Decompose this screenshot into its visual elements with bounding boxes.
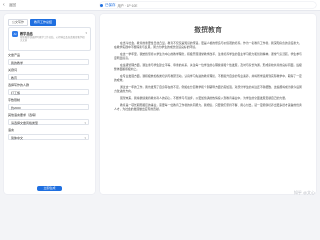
paragraph: 在当今社会，教育的重要性日益凸显。教育不仅仅是知识的传递，更是人格的塑造与价值观… — [114, 41, 302, 49]
field-label-language: 语言 — [8, 128, 15, 132]
style-select[interactable]: 请选择文章风格类型 ▾ — [8, 119, 89, 125]
generate-button[interactable]: 立即生成 — [37, 186, 62, 191]
back-icon[interactable]: ‹ — [3, 2, 5, 8]
document-body: 在当今社会，教育的重要性日益凸显。教育不仅仅是知识的传递，更是人格的塑造与价值观… — [114, 41, 302, 114]
field-label-style: 其他语言要求（选填） — [8, 113, 39, 117]
field-label-word-limit: 字数限制 — [8, 98, 21, 102]
paragraph: 在专业发展方面，我积极参加各类培训与教研活动，认真学习先进的教育理论，不断提升自… — [114, 74, 302, 82]
chevron-down-icon: ▾ — [84, 121, 86, 125]
language-select-value: 简体中文 — [11, 136, 24, 140]
paragraph: 通过这一年的工作，我也发现了自身存在的不足，例如在分层教学和个别辅导方面仍需加强… — [114, 85, 302, 93]
chevron-down-icon[interactable]: ▾ — [85, 31, 87, 35]
user-info[interactable]: 用户 · 1P·10E — [118, 3, 138, 8]
top-bar: ‹ 返回 已保存 用户 · 1P·10E — [0, 0, 320, 11]
top-bar-right: 已保存 用户 · 1P·10E — [100, 2, 316, 8]
save-status: 已保存 — [105, 2, 116, 7]
breadcrumb[interactable]: 返回 — [9, 3, 16, 7]
keyword-input[interactable]: 教育 — [8, 74, 89, 80]
paragraph: 展望未来，我将继续秉持教书育人的初心，不断学习与进步，以更加饱满的热情投入到教育… — [120, 96, 288, 100]
field-label-product: 文章产品 — [8, 53, 21, 57]
watermark: 知乎 @文心 — [293, 190, 315, 195]
model-card[interactable]: AI 教学总结 帮助教师快速撰写教学工作总结、心得体会及各类教育教学相关文章 ▾ — [8, 27, 91, 51]
chevron-down-icon: ▾ — [84, 136, 86, 140]
audience-input[interactable]: 打工族 — [8, 89, 89, 95]
paragraph: 在这一学年里，我始终坚持以学生为中心的教学理念，积极开展课堂教学改革，注重培养学… — [114, 52, 302, 60]
document-panel: 撒撰教育 在当今社会，教育的重要性日益凸显。教育不仅仅是知识的传递，更是人格的塑… — [100, 14, 316, 194]
tab-official-writing[interactable]: 公文写作 — [8, 19, 29, 26]
style-select-value: 请选择文章风格类型 — [11, 121, 39, 125]
paragraph: 教育是一项长期而艰巨的事业，需要每一位教育工作者的共同努力。我相信，只要我们坚持… — [114, 103, 302, 111]
status-dot-icon — [100, 3, 103, 7]
mode-tabs: 公文写作 教育工作总结 — [8, 19, 57, 26]
tab-education-summary[interactable]: 教育工作总结 — [30, 19, 57, 26]
product-input[interactable]: 我的教学 — [8, 59, 89, 65]
word-limit-input[interactable]: 约2000 — [8, 104, 89, 110]
document-title: 撒撰教育 — [194, 26, 222, 34]
field-label-keyword: 关键词 — [8, 68, 18, 72]
paragraph: 在班级管理方面，我注重与学生建立平等、尊重的关系，关注每一位学生的心理健康和个性… — [114, 63, 302, 71]
settings-panel: 公文写作 教育工作总结 AI 教学总结 帮助教师快速撰写教学工作总结、心得体会及… — [4, 14, 95, 194]
field-label-audience: 选择写作的人群 — [8, 83, 30, 87]
model-icon: AI — [12, 31, 18, 37]
model-description: 帮助教师快速撰写教学工作总结、心得体会及各类教育教学相关文章 — [20, 36, 85, 42]
language-select[interactable]: 简体中文 ▾ — [8, 134, 89, 140]
